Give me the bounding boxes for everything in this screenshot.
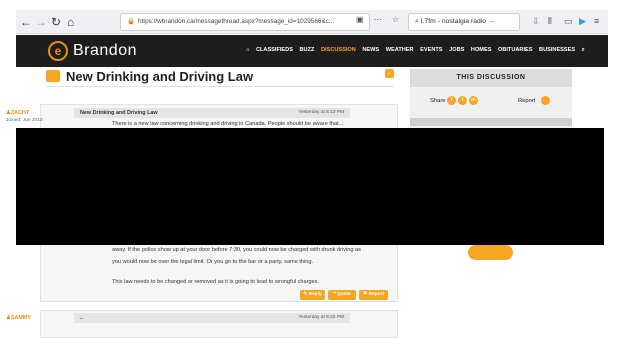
post-subject: ..: [80, 315, 83, 321]
post-body-top: There is a new law concerning drinking a…: [112, 121, 344, 127]
nav-buzz[interactable]: BUZZ: [300, 47, 315, 53]
nav-weather[interactable]: WEATHER: [386, 47, 414, 53]
post-header: New Drinking and Driving Law Yesterday a…: [74, 108, 350, 118]
reply-button[interactable]: ✎ Reply: [300, 290, 325, 300]
lock-icon: 🔒: [127, 18, 135, 25]
nav-obituaries[interactable]: OBITUARIES: [498, 47, 533, 53]
title-divider: [46, 86, 394, 87]
sidebar-box-header: [410, 118, 572, 126]
page-title-text: New Drinking and Driving Law: [66, 69, 254, 84]
sidebar-report-label: Report: [518, 98, 536, 104]
post-date: Yesterday at 6:22 PM: [298, 315, 344, 320]
reader-bookmark-icons[interactable]: ▣ ⋯ ☆: [356, 15, 403, 24]
back-arrow-icon[interactable]: ←: [20, 15, 32, 29]
nav-homes[interactable]: HOMES: [471, 47, 492, 53]
facebook-share-icon[interactable]: f: [447, 96, 456, 105]
forward-arrow-icon[interactable]: →: [35, 15, 47, 29]
share-label: Share: [430, 98, 446, 104]
collapse-chevron-icon[interactable]: ⌄: [385, 69, 394, 78]
search-icon: ⌕: [415, 18, 419, 25]
post-body-line: [112, 268, 392, 276]
nav-businesses[interactable]: BUSINESSES: [539, 47, 575, 53]
menu-icon[interactable]: ≡: [594, 15, 599, 27]
sidebar-icon[interactable]: ▭: [564, 15, 573, 27]
post-author[interactable]: ♟SAMMY: [6, 315, 31, 321]
brand-logo-text[interactable]: Brandon: [73, 41, 137, 61]
redaction-bar: [16, 128, 604, 245]
site-header: e Brandon ⌂ CLASSIFIEDS BUZZ DISCUSSION …: [16, 35, 608, 67]
search-value: I.7fm - nostalgia radio: [420, 18, 487, 25]
post-body: away. If the police show up at your door…: [112, 244, 392, 288]
post-author[interactable]: ♟ZACHT: [6, 110, 29, 116]
library-icon[interactable]: ⫴: [548, 15, 552, 27]
nav-jobs[interactable]: JOBS: [449, 47, 464, 53]
post-body-line: you would now be over the legal limit. O…: [112, 259, 314, 265]
nav-news[interactable]: NEWS: [362, 47, 379, 53]
main-nav: ⌂ CLASSIFIEDS BUZZ DISCUSSION NEWS WEATH…: [246, 47, 590, 54]
email-share-icon[interactable]: m: [469, 96, 478, 105]
discussion-list-icon: [46, 70, 60, 82]
sidebar-title: THIS DISCUSSION: [410, 69, 572, 87]
search-input[interactable]: ⌕ I.7fm - nostalgia radio →: [408, 13, 520, 31]
nav-classifieds[interactable]: CLASSIFIEDS: [256, 47, 293, 53]
browser-toolbar: ← → ↻ ⌂ 🔒 https://wbrandon.ca/messagethre…: [16, 10, 608, 34]
reload-icon[interactable]: ↻: [51, 15, 61, 29]
sidebar-action-button[interactable]: [468, 245, 513, 260]
twitter-share-icon[interactable]: t: [458, 96, 467, 105]
nav-search-icon[interactable]: ⌕: [582, 47, 585, 53]
download-icon[interactable]: ⇩: [532, 15, 540, 27]
url-bar[interactable]: 🔒 https://wbrandon.ca/messagethread.aspx?…: [120, 13, 370, 31]
nav-home-icon[interactable]: ⌂: [246, 47, 249, 53]
brand-logo-icon[interactable]: e: [48, 41, 68, 61]
post-joined: Joined: Jun 2013: [6, 118, 43, 123]
page-title: New Drinking and Driving Law: [46, 69, 253, 84]
report-button[interactable]: ⚑ Report: [359, 290, 388, 300]
extension-icon[interactable]: ▶: [579, 15, 586, 27]
post-subject: New Drinking and Driving Law: [80, 110, 158, 116]
quote-button[interactable]: ❝ Quote: [328, 290, 356, 300]
sidebar-report-icon[interactable]: [541, 96, 550, 105]
post-body-line: This law needs to be changed or removed …: [112, 279, 320, 285]
search-go-icon[interactable]: →: [488, 18, 495, 25]
url-text: https://wbrandon.ca/messagethread.aspx?m…: [137, 18, 335, 25]
post-header: .. Yesterday at 6:22 PM: [74, 313, 350, 323]
home-icon[interactable]: ⌂: [67, 15, 74, 29]
post-date: Yesterday at 6:13 PM: [298, 110, 344, 115]
nav-discussion[interactable]: DISCUSSION: [321, 47, 356, 53]
post-body-line: away. If the police show up at your door…: [112, 247, 361, 253]
nav-events[interactable]: EVENTS: [420, 47, 442, 53]
